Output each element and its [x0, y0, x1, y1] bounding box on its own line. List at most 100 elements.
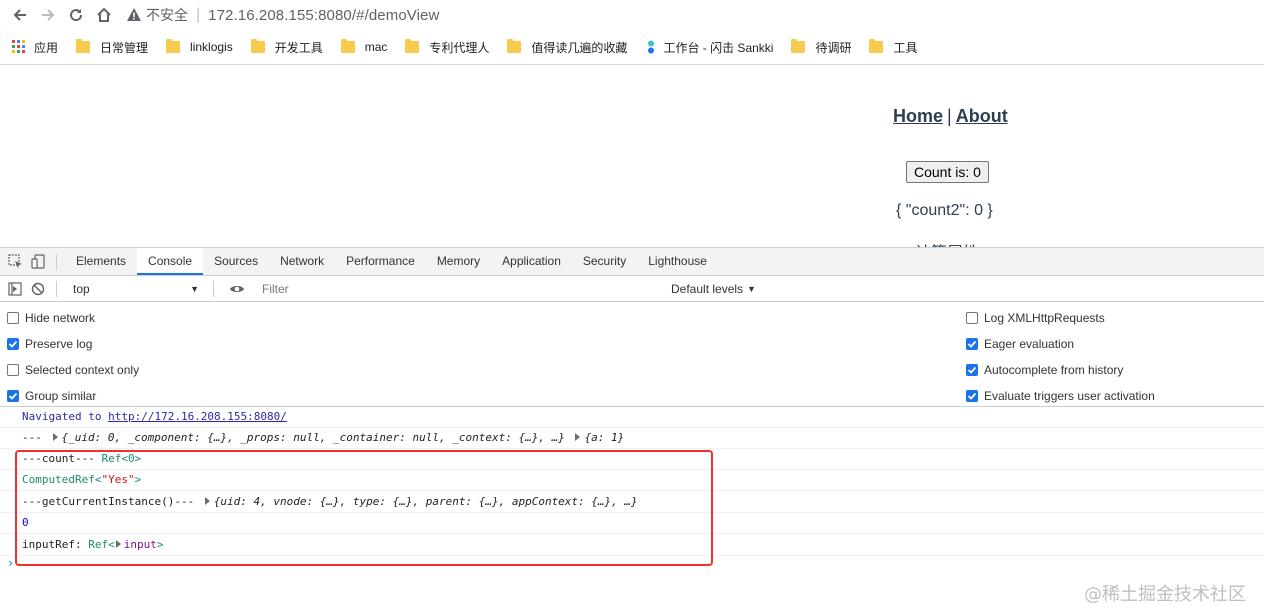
- bookmark-folder[interactable]: 工具: [869, 39, 918, 56]
- option-autocomplete-history[interactable]: Autocomplete from history: [966, 361, 1123, 379]
- tab-application[interactable]: Application: [491, 248, 572, 275]
- log-ref[interactable]: Ref<0>: [101, 452, 141, 465]
- dropdown-arrow-icon: ▼: [747, 283, 756, 294]
- tab-network[interactable]: Network: [269, 248, 335, 275]
- log-number: 0: [22, 516, 29, 529]
- inspect-element-button[interactable]: [7, 254, 23, 270]
- devtools-panel: Elements Console Sources Network Perform…: [0, 247, 1264, 615]
- bookmark-folder[interactable]: mac: [340, 39, 388, 54]
- url-text[interactable]: 172.16.208.155:8080/#/demoView: [208, 7, 439, 24]
- bookmark-label: 日常管理: [100, 40, 149, 55]
- warning-icon[interactable]: [126, 7, 142, 23]
- bookmark-folder[interactable]: 日常管理: [76, 39, 148, 56]
- log-element-tag[interactable]: input: [124, 538, 157, 551]
- folder-icon: [405, 39, 420, 53]
- sidebar-toggle-icon: [8, 281, 22, 296]
- context-selector[interactable]: top ▼: [73, 280, 203, 298]
- tab-console[interactable]: Console: [137, 248, 204, 275]
- option-evaluate-triggers[interactable]: Evaluate triggers user activation: [966, 387, 1155, 405]
- bookmarks-bar: 应用 日常管理 linklogis 开发工具 mac 专利代理人 值得读几遍的收…: [0, 30, 1264, 65]
- device-mode-icon: [30, 254, 45, 269]
- checkbox-unchecked[interactable]: [7, 364, 19, 376]
- count-button[interactable]: Count is: 0: [906, 161, 989, 183]
- tab-sources[interactable]: Sources: [203, 248, 269, 275]
- log-ref[interactable]: ComputedRef<: [22, 473, 101, 486]
- tab-memory[interactable]: Memory: [426, 248, 491, 275]
- expand-triangle-icon[interactable]: [575, 433, 581, 441]
- back-button[interactable]: [6, 1, 34, 29]
- arrow-right-icon: [42, 9, 55, 21]
- option-label: Autocomplete from history: [984, 363, 1124, 377]
- console-prompt[interactable]: ›: [0, 556, 1264, 570]
- expand-triangle-icon[interactable]: [204, 497, 210, 505]
- tab-security[interactable]: Security: [572, 248, 637, 275]
- bookmark-folder[interactable]: 待调研: [791, 39, 851, 56]
- option-preserve-log[interactable]: Preserve log: [7, 335, 92, 353]
- home-button[interactable]: [90, 1, 118, 29]
- option-log-xhr[interactable]: Log XMLHttpRequests: [966, 309, 1105, 327]
- log-object[interactable]: {a: 1}: [584, 431, 624, 444]
- reload-button[interactable]: [62, 1, 90, 29]
- watermark: @稀土掘金技术社区: [1084, 584, 1246, 605]
- checkbox-checked[interactable]: [7, 338, 19, 350]
- bookmark-link[interactable]: 工作台 - 闪击 Sankki: [645, 39, 773, 56]
- log-ref-end: >: [134, 473, 142, 486]
- console-message-navigated: Navigated to http://172.16.208.155:8080/: [0, 407, 1264, 428]
- check-icon: [967, 340, 977, 348]
- check-icon: [8, 340, 18, 348]
- console-message: --- {_uid: 0, _component: {…}, _props: n…: [0, 428, 1264, 449]
- checkbox-unchecked[interactable]: [7, 312, 19, 324]
- folder-icon: [250, 39, 265, 53]
- expand-triangle-icon[interactable]: [115, 540, 121, 548]
- reload-icon: [70, 9, 83, 22]
- bookmark-label: 开发工具: [274, 40, 323, 55]
- checkbox-checked[interactable]: [966, 338, 978, 350]
- device-toolbar-button[interactable]: [30, 254, 46, 270]
- bookmark-folder[interactable]: linklogis: [166, 39, 233, 54]
- filter-input[interactable]: [255, 278, 663, 299]
- nav-about-link[interactable]: About: [956, 106, 1008, 126]
- option-eager-evaluation[interactable]: Eager evaluation: [966, 335, 1074, 353]
- bookmark-apps[interactable]: 应用: [12, 39, 58, 56]
- checkbox-unchecked[interactable]: [966, 312, 978, 324]
- checkbox-checked[interactable]: [966, 364, 978, 376]
- toolbar-divider: [213, 280, 214, 297]
- log-prefix: ---: [22, 431, 42, 444]
- log-ref[interactable]: Ref<: [88, 538, 115, 551]
- checkbox-checked[interactable]: [966, 390, 978, 402]
- checkbox-checked[interactable]: [7, 390, 19, 402]
- nav-home-link[interactable]: Home: [893, 106, 943, 126]
- bookmark-label: 工作台 - 闪击 Sankki: [663, 40, 774, 55]
- bookmark-folder[interactable]: 专利代理人: [405, 39, 489, 56]
- omnibox[interactable]: 不安全 | 172.16.208.155:8080/#/demoView: [126, 1, 439, 29]
- log-object[interactable]: {_uid: 0, _component: {…}, _props: null,…: [62, 431, 565, 444]
- folder-icon: [507, 39, 522, 53]
- tab-elements[interactable]: Elements: [65, 248, 137, 275]
- tab-performance[interactable]: Performance: [335, 248, 426, 275]
- bookmark-label: mac: [364, 40, 388, 54]
- context-value: top: [73, 281, 90, 296]
- insecure-label[interactable]: 不安全: [146, 5, 188, 25]
- computed-heading: 计算属性: [915, 239, 979, 247]
- option-label: Log XMLHttpRequests: [984, 311, 1105, 325]
- live-expression-button[interactable]: [229, 281, 245, 297]
- log-object[interactable]: {uid: 4, vnode: {…}, type: {…}, parent: …: [214, 495, 638, 508]
- bookmark-label: 专利代理人: [429, 40, 490, 55]
- bookmark-folder[interactable]: 值得读几遍的收藏: [507, 39, 627, 56]
- navigated-url-link[interactable]: http://172.16.208.155:8080/: [108, 410, 287, 423]
- sidebar-toggle-button[interactable]: [7, 281, 23, 297]
- inspect-cursor-icon: [7, 254, 22, 268]
- tab-lighthouse[interactable]: Lighthouse: [637, 248, 718, 275]
- expand-triangle-icon[interactable]: [52, 433, 58, 441]
- option-group-similar[interactable]: Group similar: [7, 387, 96, 405]
- log-levels-dropdown[interactable]: Default levels ▼: [671, 282, 756, 296]
- log-string: "Yes": [101, 473, 135, 486]
- clear-console-button[interactable]: [30, 281, 46, 297]
- option-hide-network[interactable]: Hide network: [7, 309, 95, 327]
- option-selected-context-only[interactable]: Selected context only: [7, 361, 139, 379]
- forward-button[interactable]: [34, 1, 62, 29]
- bookmark-label: 待调研: [815, 40, 852, 55]
- home-icon: [97, 7, 111, 22]
- bookmark-folder[interactable]: 开发工具: [250, 39, 323, 56]
- page-viewport: Home|About Count is: 0 { "count2": 0 } 计…: [0, 65, 1264, 247]
